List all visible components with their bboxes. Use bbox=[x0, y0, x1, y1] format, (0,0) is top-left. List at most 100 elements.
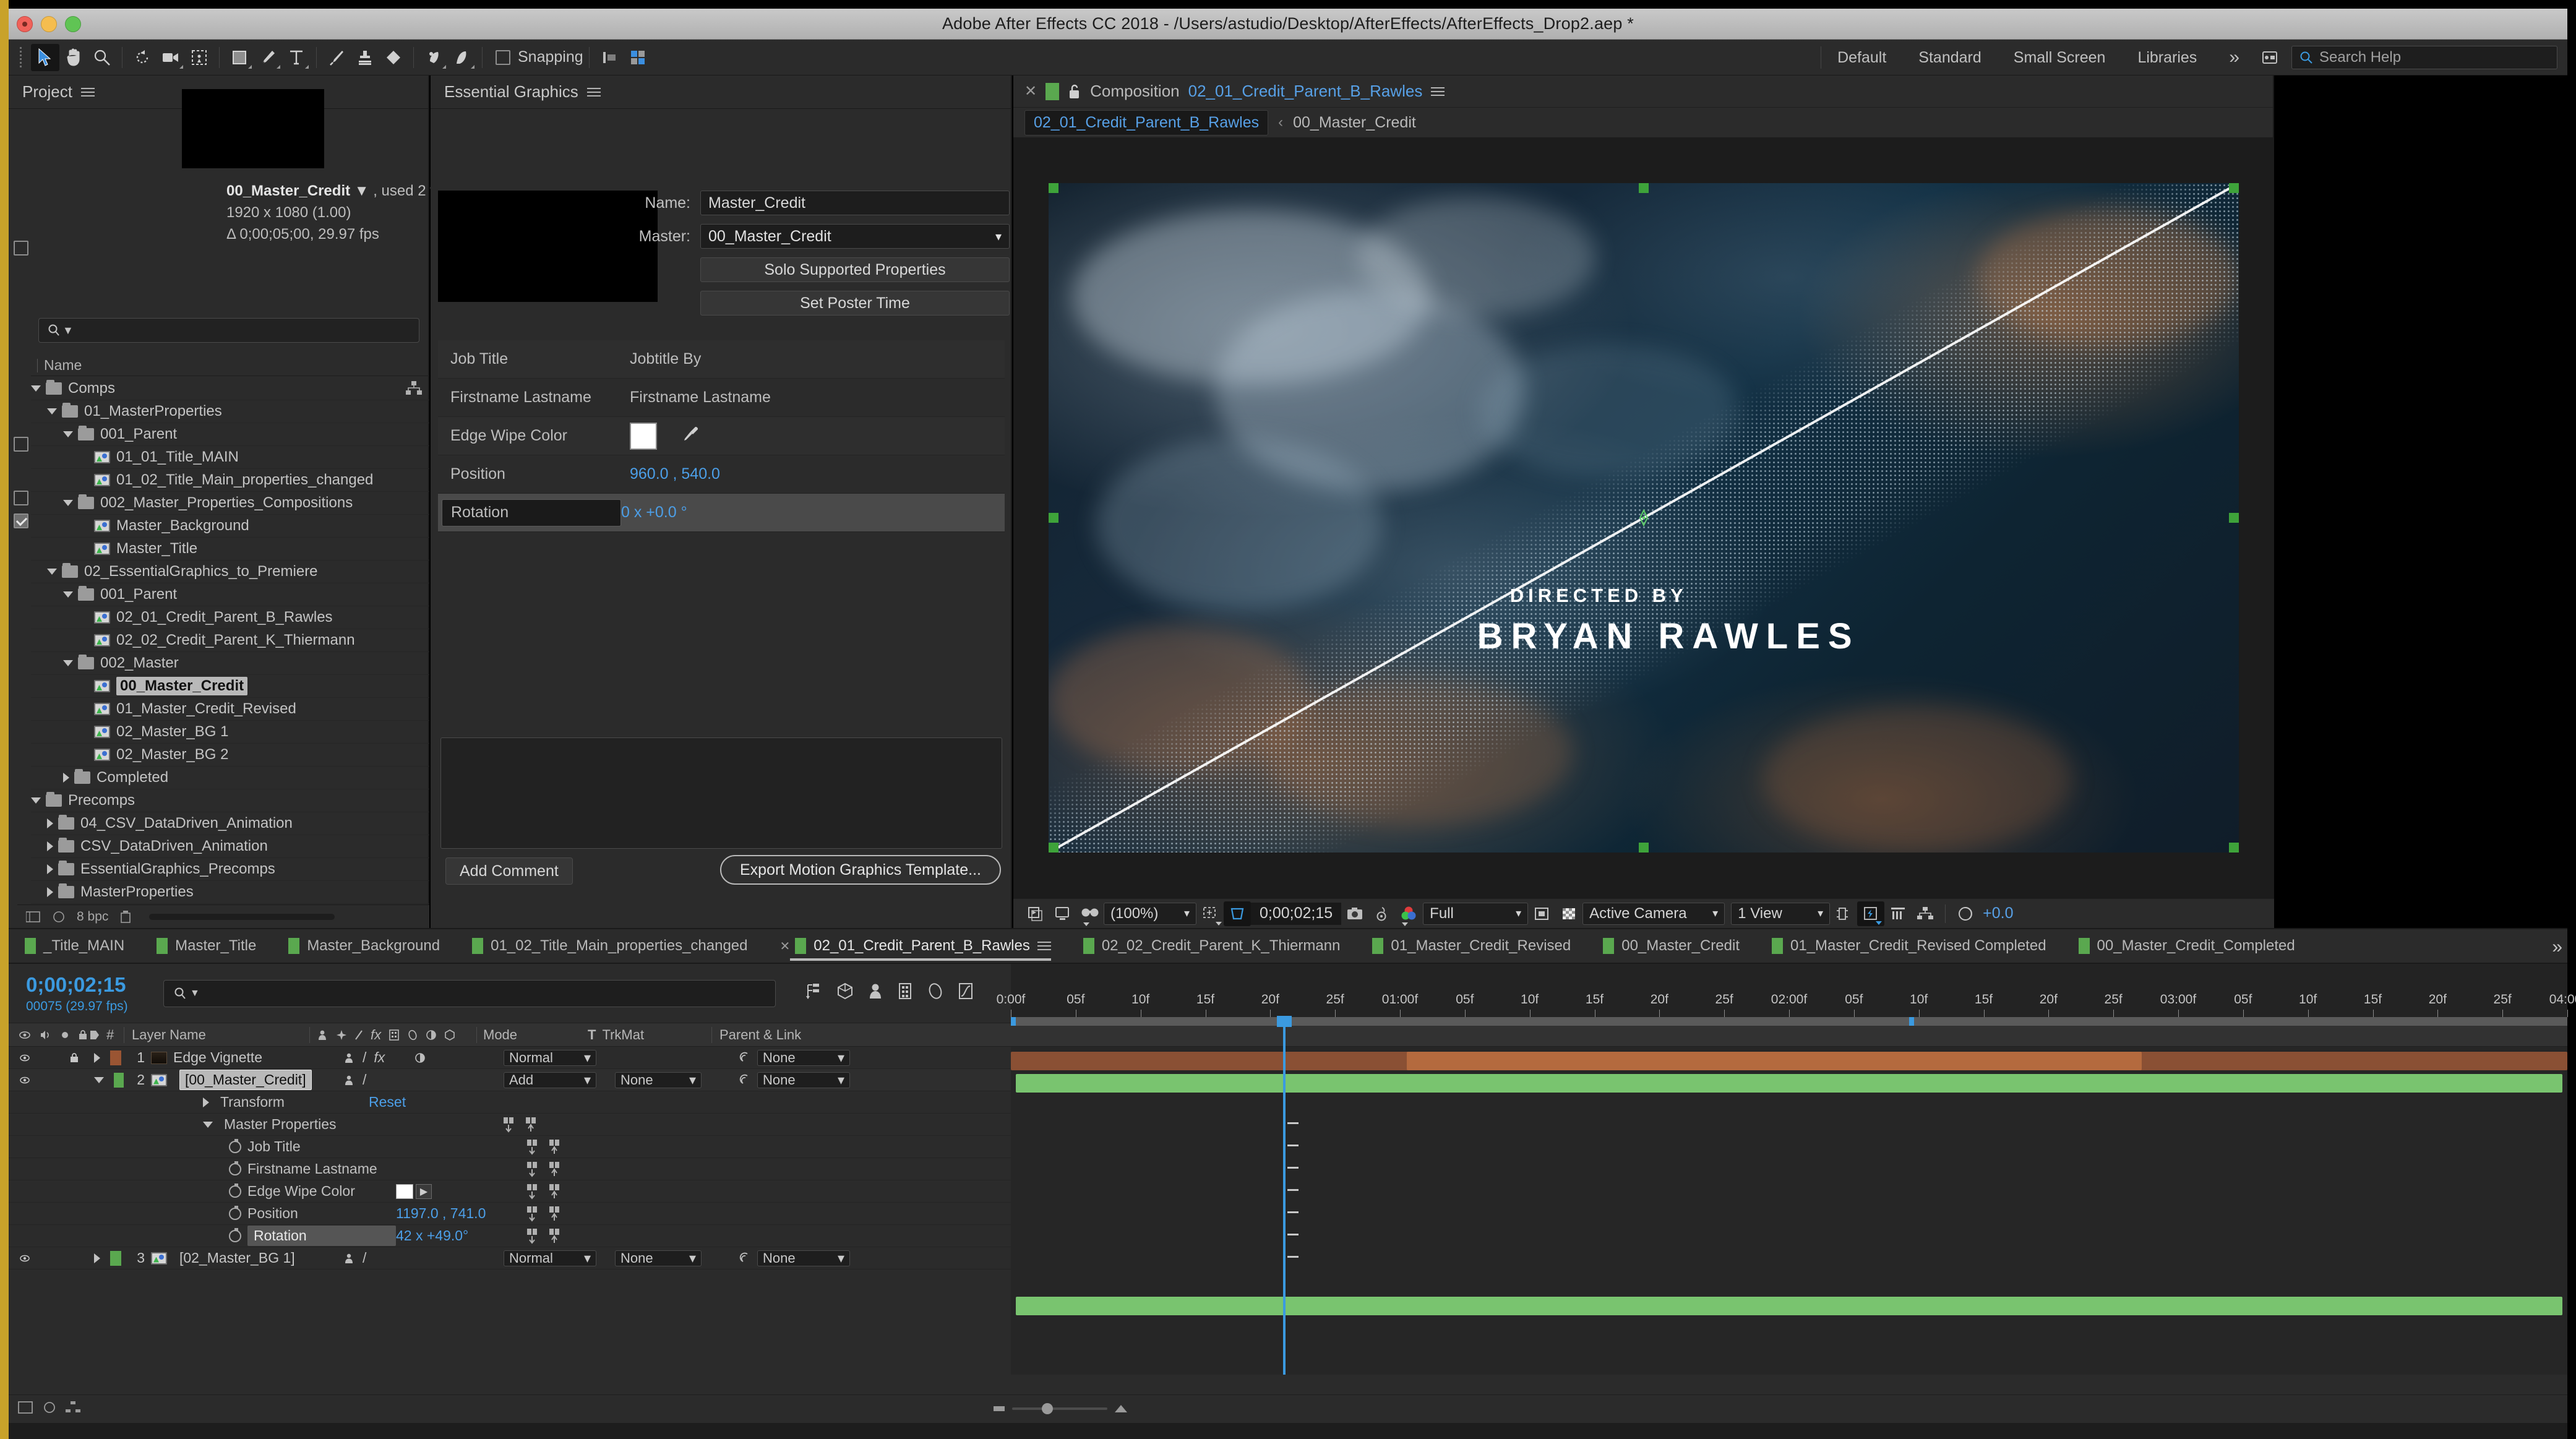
hand-tool-icon[interactable] bbox=[59, 44, 88, 71]
eg-property-row[interactable]: Position 960.0 , 540.0 bbox=[438, 455, 1005, 494]
layer-video-toggle-icon[interactable] bbox=[19, 1053, 31, 1063]
project-tree-item[interactable]: Master_Title bbox=[31, 538, 429, 561]
3d-glasses-icon[interactable] bbox=[1076, 901, 1104, 926]
timeline-tab[interactable]: 01_02_Title_Main_properties_changed bbox=[456, 929, 763, 963]
grid-guides-icon[interactable] bbox=[624, 44, 652, 71]
master-property-push-pull-icons[interactable] bbox=[526, 1139, 562, 1155]
selection-handle-tr[interactable] bbox=[2229, 183, 2239, 193]
snapping-group[interactable]: Snapping bbox=[496, 48, 583, 66]
selection-handle-mr[interactable] bbox=[2229, 513, 2239, 523]
selection-handle-br[interactable] bbox=[2229, 843, 2239, 853]
layer-twirl-and-color[interactable] bbox=[89, 1250, 124, 1266]
twirl-closed-icon[interactable] bbox=[47, 841, 53, 851]
pull-property-icon[interactable] bbox=[526, 1139, 539, 1155]
project-tree-item[interactable]: 002_Master_Properties_Compositions bbox=[31, 492, 429, 515]
eraser-tool-icon[interactable] bbox=[379, 44, 408, 71]
exposure-icon[interactable] bbox=[1952, 901, 1979, 926]
hide-shy-layers-icon[interactable] bbox=[867, 982, 883, 1004]
project-search-input[interactable]: ▼ bbox=[38, 318, 419, 343]
composition-name[interactable]: 02_01_Credit_Parent_B_Rawles bbox=[1188, 82, 1423, 101]
composition-mini-flowchart-icon[interactable] bbox=[804, 982, 823, 1004]
workspace-standard[interactable]: Standard bbox=[1902, 49, 1997, 67]
workspace-small-screen[interactable]: Small Screen bbox=[1998, 49, 2122, 67]
pickwhip-icon[interactable] bbox=[739, 1074, 751, 1086]
snapshot-camera-icon[interactable] bbox=[1341, 901, 1368, 926]
timeline-tab[interactable]: Master_Title bbox=[140, 929, 272, 963]
project-tree-item[interactable]: CSV_DataDriven_Animation bbox=[31, 835, 429, 858]
workspace-overflow-icon[interactable]: » bbox=[2213, 47, 2256, 68]
property-color-swatch[interactable] bbox=[396, 1183, 413, 1199]
enable-frame-blending-icon[interactable] bbox=[897, 982, 913, 1004]
property-twirl-open-icon[interactable] bbox=[203, 1121, 213, 1128]
timeline-chart-icon[interactable] bbox=[1884, 901, 1912, 926]
project-tree-item[interactable]: 02_Master_BG 1 bbox=[31, 721, 429, 744]
layer-fx-icon[interactable]: fx bbox=[374, 1049, 385, 1066]
transparency-grid-icon[interactable] bbox=[1555, 901, 1582, 926]
layer-toggles[interactable] bbox=[9, 1075, 89, 1085]
composition-timecode[interactable]: 0;00;02;15 bbox=[1251, 902, 1342, 925]
breadcrumb-next[interactable]: 00_Master_Credit bbox=[1293, 114, 1416, 132]
workspace-libraries[interactable]: Libraries bbox=[2121, 49, 2213, 67]
layer-switches[interactable]: / bbox=[337, 1250, 504, 1266]
close-tab-icon[interactable]: ✕ bbox=[780, 939, 791, 954]
layer-bar-master-bg1[interactable] bbox=[1016, 1297, 2562, 1315]
project-tree-item[interactable]: Comps bbox=[31, 377, 429, 400]
snapping-checkbox[interactable] bbox=[496, 49, 510, 65]
export-motion-graphics-template-button[interactable]: Export Motion Graphics Template... bbox=[720, 855, 1001, 885]
timeline-tab[interactable]: 00_Master_Credit bbox=[1587, 929, 1756, 963]
if-caching-checkbox[interactable] bbox=[14, 490, 28, 505]
project-tree-item[interactable]: 00_Master_Credit bbox=[31, 675, 429, 698]
layer-toggles[interactable] bbox=[9, 1253, 89, 1263]
graph-editor-icon[interactable] bbox=[958, 982, 974, 1004]
pull-property-icon[interactable] bbox=[526, 1228, 539, 1244]
shape-tool-icon[interactable] bbox=[225, 44, 254, 71]
stopwatch-icon[interactable] bbox=[229, 1227, 241, 1242]
timeline-tabs-overflow-icon[interactable]: » bbox=[2552, 937, 2562, 958]
pull-property-icon[interactable] bbox=[502, 1117, 516, 1133]
region-of-interest-icon[interactable] bbox=[1224, 901, 1251, 926]
twirl-open-icon[interactable] bbox=[31, 385, 41, 392]
layer-shy-icon[interactable] bbox=[343, 1075, 355, 1086]
push-property-icon[interactable] bbox=[548, 1139, 562, 1155]
selection-handle-tl[interactable] bbox=[1049, 183, 1058, 193]
fast-previews-icon[interactable] bbox=[1857, 901, 1885, 926]
project-tree-item[interactable]: 001_Parent bbox=[31, 423, 429, 446]
selection-handle-tc[interactable] bbox=[1639, 183, 1649, 193]
type-tool-icon[interactable] bbox=[282, 44, 311, 71]
timeline-tab[interactable]: 01_Master_Credit_Revised Completed bbox=[1756, 929, 2063, 963]
layer-trkmat-cell[interactable]: None ▾ bbox=[615, 1072, 739, 1088]
timeline-ruler[interactable]: 0:00f 05f 10f 15f 20f 25f 01:00f 05f 10f 15f 20f 25… bbox=[997, 964, 2576, 1023]
layer-mode-cell[interactable]: Normal ▾ bbox=[504, 1049, 615, 1066]
layer-color-chip[interactable] bbox=[114, 1072, 124, 1088]
eg-property-row[interactable]: Firstname Lastname Firstname Lastname bbox=[438, 379, 1005, 417]
layer-name-cell[interactable]: [02_Master_BG 1] bbox=[151, 1250, 337, 1266]
project-tree-item[interactable]: 01_MasterProperties bbox=[31, 400, 429, 423]
timeline-tab[interactable]: 02_02_Credit_Parent_K_Thiermann bbox=[1067, 929, 1357, 963]
twirl-closed-icon[interactable] bbox=[63, 773, 69, 783]
project-tree-item[interactable]: 001_Parent bbox=[31, 583, 429, 606]
timeline-zoom-slider[interactable] bbox=[992, 1401, 1128, 1417]
timeline-tab[interactable]: 01_Master_Credit_Revised bbox=[1356, 929, 1587, 963]
search-help-input[interactable]: Search Help bbox=[2291, 46, 2557, 69]
eg-property-value[interactable]: 960.0 , 540.0 bbox=[630, 465, 720, 483]
workspace-settings-icon[interactable] bbox=[2256, 44, 2284, 71]
show-snapshot-icon[interactable] bbox=[1368, 901, 1396, 926]
timeline-search-input[interactable]: ▼ bbox=[163, 979, 776, 1007]
eyedropper-icon[interactable] bbox=[680, 424, 700, 448]
push-property-icon[interactable] bbox=[548, 1228, 562, 1244]
roto-brush-tool-icon[interactable] bbox=[419, 44, 448, 71]
layer-name-cell[interactable]: Edge Vignette bbox=[151, 1049, 337, 1066]
composition-panel-menu-icon[interactable] bbox=[1431, 85, 1445, 98]
layer-name-cell[interactable]: [00_Master_Credit] bbox=[151, 1070, 337, 1090]
resolution-select[interactable]: Full ▾ bbox=[1423, 902, 1529, 925]
selection-handle-bl[interactable] bbox=[1049, 843, 1058, 853]
brush-tool-icon[interactable] bbox=[322, 44, 351, 71]
toolbar-grip[interactable] bbox=[19, 46, 26, 68]
layer-toggles[interactable] bbox=[9, 1052, 89, 1063]
project-tree-item[interactable]: 02_Master_BG 2 bbox=[31, 744, 429, 767]
layer-switches[interactable]: / fx bbox=[337, 1049, 504, 1066]
eg-master-select[interactable]: 00_Master_Credit ▾ bbox=[700, 224, 1010, 249]
essential-graphics-menu-icon[interactable] bbox=[586, 85, 601, 99]
close-tab-icon[interactable]: ✕ bbox=[1024, 82, 1037, 100]
draft-3d-icon[interactable] bbox=[836, 982, 854, 1004]
